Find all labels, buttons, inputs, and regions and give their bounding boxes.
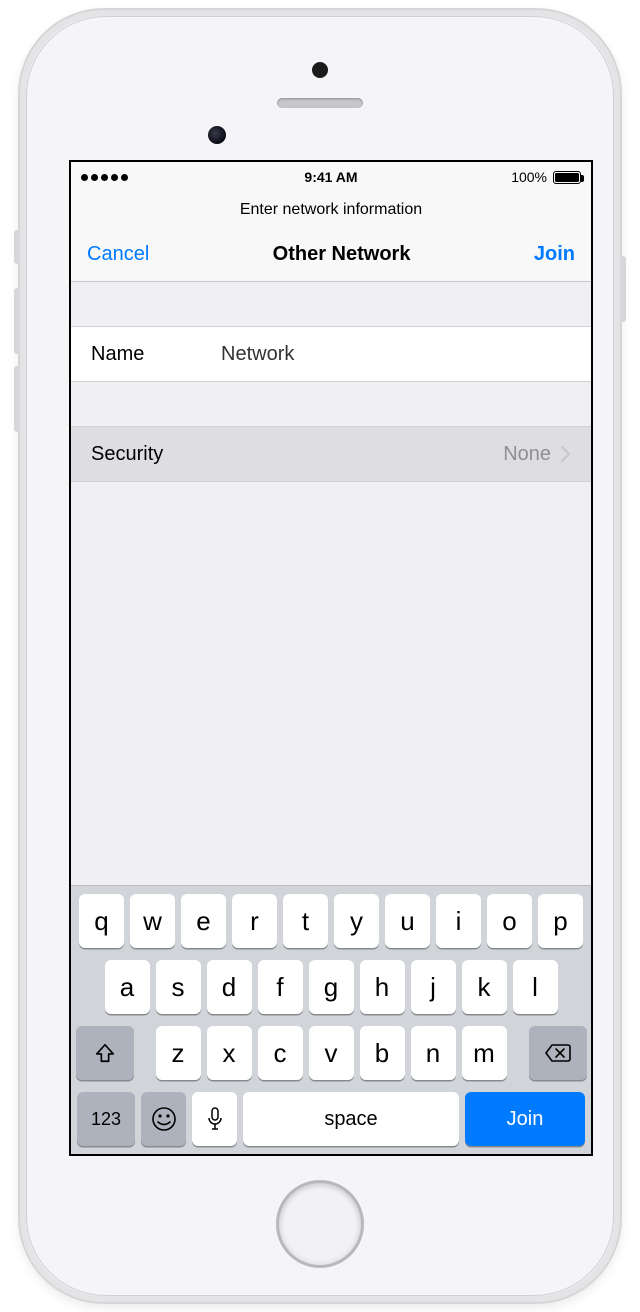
section-gap bbox=[71, 282, 591, 326]
key-c[interactable]: c bbox=[258, 1026, 303, 1080]
keyboard: qwertyuiop asdfghjkl zxcvbnm 123 bbox=[71, 885, 591, 1154]
key-m[interactable]: m bbox=[462, 1026, 507, 1080]
key-l[interactable]: l bbox=[513, 960, 558, 1014]
key-k[interactable]: k bbox=[462, 960, 507, 1014]
key-q[interactable]: q bbox=[79, 894, 124, 948]
content-filler bbox=[71, 482, 591, 885]
signal-strength-icon bbox=[81, 174, 128, 181]
key-e[interactable]: e bbox=[181, 894, 226, 948]
dictation-key[interactable] bbox=[192, 1092, 237, 1146]
home-button[interactable] bbox=[276, 1180, 364, 1268]
key-w[interactable]: w bbox=[130, 894, 175, 948]
status-bar: 9:41 AM 100% bbox=[71, 162, 591, 192]
key-v[interactable]: v bbox=[309, 1026, 354, 1080]
keyboard-row-2: asdfghjkl bbox=[75, 960, 587, 1014]
earpiece-speaker bbox=[277, 98, 363, 108]
key-r[interactable]: r bbox=[232, 894, 277, 948]
front-camera bbox=[208, 126, 226, 144]
key-o[interactable]: o bbox=[487, 894, 532, 948]
key-z[interactable]: z bbox=[156, 1026, 201, 1080]
volume-down-button bbox=[14, 366, 20, 432]
battery-percentage: 100% bbox=[511, 169, 547, 185]
battery-icon bbox=[553, 171, 581, 184]
key-f[interactable]: f bbox=[258, 960, 303, 1014]
chevron-right-icon bbox=[561, 446, 571, 462]
keyboard-row-1: qwertyuiop bbox=[75, 894, 587, 948]
key-s[interactable]: s bbox=[156, 960, 201, 1014]
numbers-key[interactable]: 123 bbox=[77, 1092, 135, 1146]
backspace-key[interactable] bbox=[529, 1026, 587, 1080]
network-name-input[interactable] bbox=[221, 343, 571, 366]
name-label: Name bbox=[91, 343, 221, 366]
nav-subtitle: Enter network information bbox=[71, 192, 591, 228]
key-b[interactable]: b bbox=[360, 1026, 405, 1080]
join-button[interactable]: Join bbox=[534, 243, 575, 266]
security-label: Security bbox=[91, 443, 221, 466]
security-row[interactable]: Security None bbox=[71, 426, 591, 482]
shift-key[interactable] bbox=[76, 1026, 134, 1080]
volume-up-button bbox=[14, 288, 20, 354]
nav-title: Other Network bbox=[273, 243, 411, 266]
status-clock: 9:41 AM bbox=[304, 169, 357, 185]
key-t[interactable]: t bbox=[283, 894, 328, 948]
key-h[interactable]: h bbox=[360, 960, 405, 1014]
key-a[interactable]: a bbox=[105, 960, 150, 1014]
keyboard-row-3: zxcvbnm bbox=[75, 1026, 587, 1080]
key-n[interactable]: n bbox=[411, 1026, 456, 1080]
key-x[interactable]: x bbox=[207, 1026, 252, 1080]
emoji-key[interactable] bbox=[141, 1092, 186, 1146]
section-gap bbox=[71, 382, 591, 426]
name-row[interactable]: Name bbox=[71, 326, 591, 382]
phone-body: 9:41 AM 100% Enter network information C… bbox=[18, 8, 622, 1304]
key-i[interactable]: i bbox=[436, 894, 481, 948]
key-j[interactable]: j bbox=[411, 960, 456, 1014]
security-value: None bbox=[503, 443, 551, 466]
space-key[interactable]: space bbox=[243, 1092, 459, 1146]
key-u[interactable]: u bbox=[385, 894, 430, 948]
key-y[interactable]: y bbox=[334, 894, 379, 948]
key-d[interactable]: d bbox=[207, 960, 252, 1014]
cancel-button[interactable]: Cancel bbox=[87, 243, 149, 266]
key-p[interactable]: p bbox=[538, 894, 583, 948]
mute-switch bbox=[14, 230, 20, 264]
keyboard-row-4: 123 space Join bbox=[75, 1092, 587, 1146]
keyboard-join-key[interactable]: Join bbox=[465, 1092, 585, 1146]
key-g[interactable]: g bbox=[309, 960, 354, 1014]
proximity-sensor bbox=[312, 62, 328, 78]
screen: 9:41 AM 100% Enter network information C… bbox=[69, 160, 593, 1156]
nav-bar: Cancel Other Network Join bbox=[71, 228, 591, 282]
power-button bbox=[620, 256, 626, 322]
